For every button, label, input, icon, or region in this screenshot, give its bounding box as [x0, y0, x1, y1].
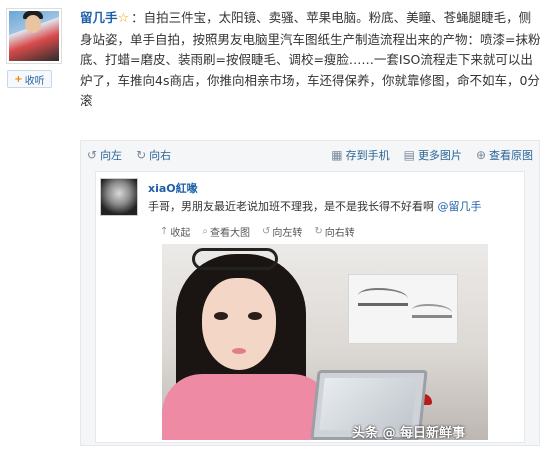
- rotate-left-button[interactable]: ↺ 向左: [87, 147, 122, 163]
- rotate-right-icon: ↻: [136, 148, 147, 162]
- zoom-icon: ⊕: [475, 148, 486, 162]
- plus-icon: +: [14, 73, 23, 85]
- repost-text: 手哥，男朋友最近老说加班不理我，是不是我长得不好看啊: [148, 200, 434, 213]
- author-username[interactable]: 留几手: [80, 10, 118, 25]
- qr-code-icon: ▦: [331, 148, 343, 162]
- rotate-right-small-button[interactable]: ↻ 向右转: [314, 224, 354, 239]
- rotate-right-button[interactable]: ↻ 向右: [136, 147, 171, 163]
- vip-star-icon: ☆: [117, 11, 130, 26]
- rotate-left-small-button[interactable]: ↺ 向左转: [262, 224, 302, 239]
- reposted-card: xiaO紅喙 手哥，男朋友最近老说加班不理我，是不是我长得不好看啊 @留几手 ↑…: [95, 171, 525, 443]
- save-to-phone-button[interactable]: ▦ 存到手机: [331, 147, 389, 163]
- repost-username[interactable]: xiaO紅喙: [148, 180, 198, 196]
- images-icon: ▤: [403, 148, 415, 162]
- rotate-right-small-label: 向右转: [324, 227, 355, 239]
- watermark-text: 头条 @ 每日新鲜事: [352, 426, 466, 440]
- rotate-left-small-icon: ↺: [262, 225, 271, 237]
- more-images-button[interactable]: ▤ 更多图片: [404, 147, 462, 163]
- car-sketch-drawing: [358, 288, 408, 306]
- avatar-image: [9, 11, 59, 61]
- follow-label: 收听: [24, 75, 45, 87]
- follow-button[interactable]: + 收听: [7, 70, 52, 88]
- repost-container: ↺ 向左 ↻ 向右 ▦ 存到手机 ▤ 更多图片 ⊕ 查看原图 xiaO紅喙 手哥…: [80, 140, 540, 446]
- actions-bar: ↺ 向左 ↻ 向右 ▦ 存到手机 ▤ 更多图片 ⊕ 查看原图: [81, 141, 539, 169]
- collapse-label: 收起: [170, 227, 191, 239]
- view-original-button[interactable]: ⊕ 查看原图: [476, 147, 533, 163]
- car-sketch-drawing: [412, 304, 452, 318]
- view-large-label: 查看大图: [210, 227, 250, 239]
- rotate-left-small-label: 向左转: [272, 227, 303, 239]
- rotate-left-label: 向左: [100, 149, 123, 162]
- repost-mention[interactable]: @留几手: [438, 200, 482, 213]
- pink-sweater: [162, 374, 332, 440]
- author-avatar[interactable]: [6, 8, 62, 64]
- rotate-left-icon: ↺: [87, 148, 98, 162]
- eye: [248, 312, 262, 320]
- eye: [214, 312, 228, 320]
- post-body: 留几手☆ ：自拍三件宝，太阳镜、卖骚、苹果电脑。粉底、美瞳、苍蝇腿睫毛，侧身站姿，…: [80, 8, 542, 112]
- sunglasses-icon: [192, 248, 278, 270]
- view-large-button[interactable]: ⌕ 查看大图: [202, 224, 250, 239]
- magnifier-icon: ⌕: [202, 225, 208, 237]
- repost-text-line: 手哥，男朋友最近老说加班不理我，是不是我长得不好看啊 @留几手: [148, 198, 482, 214]
- post-text: ：自拍三件宝，太阳镜、卖骚、苹果电脑。粉底、美瞳、苍蝇腿睫毛，侧身站姿，单手自拍…: [80, 10, 541, 108]
- repost-avatar[interactable]: [100, 178, 138, 216]
- rotate-right-label: 向右: [149, 149, 172, 162]
- collapse-button[interactable]: ↑ 收起: [160, 224, 190, 239]
- view-original-label: 查看原图: [489, 149, 533, 162]
- more-images-label: 更多图片: [417, 149, 462, 162]
- selfie-photo[interactable]: 头条 @ 每日新鲜事: [162, 244, 488, 440]
- rotate-right-small-icon: ↻: [314, 225, 323, 237]
- collapse-icon: ↑: [160, 225, 169, 237]
- save-to-phone-label: 存到手机: [345, 149, 390, 162]
- image-toolbar: ↑ 收起 ⌕ 查看大图 ↺ 向左转 ↻ 向右转: [160, 222, 367, 240]
- lips: [232, 348, 246, 354]
- face: [202, 278, 276, 370]
